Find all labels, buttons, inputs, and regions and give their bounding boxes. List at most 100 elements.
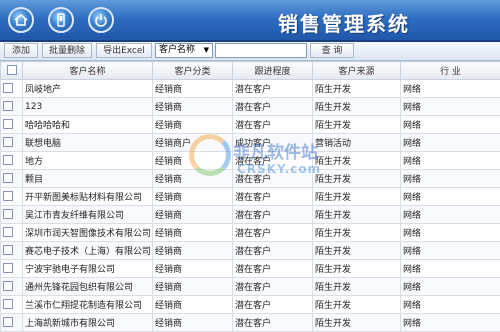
table-cell: 潜在客户 [233,206,313,224]
home-icon[interactable] [8,7,34,33]
search-field-selected: 客户名称 [159,45,195,55]
table-cell[interactable]: 地方 [23,152,153,170]
table-row[interactable]: 哈哈哈哈和经销商潜在客户陌生开发网络 [1,116,500,134]
table-cell: 经销商 [153,206,233,224]
table-cell: 陌生开发 [313,98,401,116]
table-cell: 潜在客户 [233,170,313,188]
table-cell: 网络 [401,98,500,116]
table-header-row: 客户名称 客户分类 跟进程度 客户来源 行 业 [1,62,500,80]
chevron-down-icon: ▼ [204,44,209,57]
table-cell: 陌生开发 [313,206,401,224]
table-cell: 经销商 [153,278,233,296]
table-cell: 潜在客户 [233,260,313,278]
column-header[interactable]: 行 业 [401,62,500,80]
table-cell: 网络 [401,80,500,98]
table-cell: 经销商户 [153,134,233,152]
table-cell[interactable]: 赛芯电子技术（上海）有限公司 [23,242,153,260]
table-cell[interactable]: 凤岐地产 [23,80,153,98]
row-checkbox[interactable] [1,170,23,188]
table-row[interactable]: 颗目经销商潜在客户陌生开发网络 [1,170,500,188]
table-cell[interactable]: 上海凯新城市有限公司 [23,314,153,332]
table-cell: 陌生开发 [313,224,401,242]
table-cell: 经销商 [153,188,233,206]
table-cell: 潜在客户 [233,152,313,170]
table-row[interactable]: 宁波宇驰电子有限公司经销商潜在客户陌生开发网络 [1,260,500,278]
column-header[interactable]: 客户名称 [23,62,153,80]
table-cell: 潜在客户 [233,296,313,314]
table-cell[interactable]: 吴江市青友纤维有限公司 [23,206,153,224]
phone-icon[interactable] [48,7,74,33]
table-cell: 陌生开发 [313,296,401,314]
toolbar: 添加 批量删除 导出Excel 客户名称 ▼ 查 询 [0,42,500,61]
table-cell: 网络 [401,278,500,296]
table-cell: 陌生开发 [313,242,401,260]
table-cell[interactable]: 兰溪市仁翔提花制造有限公司 [23,296,153,314]
table-cell: 成功客户 [233,134,313,152]
table-cell: 经销商 [153,242,233,260]
table-cell[interactable]: 哈哈哈哈和 [23,116,153,134]
table-cell: 陌生开发 [313,170,401,188]
column-header[interactable]: 客户分类 [153,62,233,80]
row-checkbox[interactable] [1,260,23,278]
table-cell[interactable]: 颗目 [23,170,153,188]
power-icon[interactable] [88,7,114,33]
row-checkbox[interactable] [1,134,23,152]
table-cell[interactable]: 开平新图美标贴材料有限公司 [23,188,153,206]
table-cell: 经销商 [153,116,233,134]
table-cell[interactable]: 联想电脑 [23,134,153,152]
export-excel-button[interactable]: 导出Excel [96,43,152,58]
table-cell: 陌生开发 [313,260,401,278]
table-cell: 潜在客户 [233,80,313,98]
table-cell: 网络 [401,206,500,224]
table-cell: 潜在客户 [233,278,313,296]
table-cell: 陌生开发 [313,278,401,296]
table-cell: 经销商 [153,314,233,332]
table-cell: 潜在客户 [233,242,313,260]
table-cell: 陌生开发 [313,188,401,206]
table-row[interactable]: 联想电脑经销商户成功客户营销活动网络 [1,134,500,152]
search-field-select[interactable]: 客户名称 ▼ [155,43,213,58]
column-header[interactable]: 跟进程度 [233,62,313,80]
row-checkbox[interactable] [1,80,23,98]
table-row[interactable]: 123经销商潜在客户陌生开发网络 [1,98,500,116]
query-button[interactable]: 查 询 [310,43,354,58]
row-checkbox[interactable] [1,116,23,134]
table-cell[interactable]: 通州先锋花园包织有限公司 [23,278,153,296]
table-row[interactable]: 兰溪市仁翔提花制造有限公司经销商潜在客户陌生开发网络 [1,296,500,314]
table-cell[interactable]: 123 [23,98,153,116]
add-button[interactable]: 添加 [4,43,38,58]
table-row[interactable]: 开平新图美标贴材料有限公司经销商潜在客户陌生开发网络 [1,188,500,206]
table-row[interactable]: 吴江市青友纤维有限公司经销商潜在客户陌生开发网络 [1,206,500,224]
row-checkbox[interactable] [1,314,23,332]
table-cell[interactable]: 深圳市润天智图像技术有限公司 [23,224,153,242]
table-cell: 网络 [401,116,500,134]
row-checkbox[interactable] [1,224,23,242]
table-row[interactable]: 地方经销商潜在客户陌生开发网络 [1,152,500,170]
batch-delete-button[interactable]: 批量删除 [42,43,92,58]
table-row[interactable]: 深圳市润天智图像技术有限公司经销商潜在客户陌生开发网络 [1,224,500,242]
table-row[interactable]: 凤岐地产经销商潜在客户陌生开发网络 [1,80,500,98]
table-row[interactable]: 赛芯电子技术（上海）有限公司经销商潜在客户陌生开发网络 [1,242,500,260]
table-cell[interactable]: 宁波宇驰电子有限公司 [23,260,153,278]
row-checkbox[interactable] [1,188,23,206]
row-checkbox[interactable] [1,296,23,314]
column-header[interactable]: 客户来源 [313,62,401,80]
row-checkbox[interactable] [1,206,23,224]
search-input[interactable] [215,43,307,58]
table-cell: 经销商 [153,80,233,98]
row-checkbox[interactable] [1,278,23,296]
table-row[interactable]: 通州先锋花园包织有限公司经销商潜在客户陌生开发网络 [1,278,500,296]
table-row[interactable]: 上海凯新城市有限公司经销商潜在客户陌生开发网络 [1,314,500,332]
row-checkbox[interactable] [1,98,23,116]
row-checkbox[interactable] [1,152,23,170]
table-cell: 潜在客户 [233,98,313,116]
table-cell: 网络 [401,224,500,242]
table-cell: 经销商 [153,260,233,278]
row-checkbox[interactable] [1,242,23,260]
table-cell: 陌生开发 [313,314,401,332]
table-cell: 网络 [401,170,500,188]
table-cell: 网络 [401,296,500,314]
table-cell: 网络 [401,314,500,332]
select-all-checkbox[interactable] [1,62,23,80]
table-cell: 陌生开发 [313,152,401,170]
